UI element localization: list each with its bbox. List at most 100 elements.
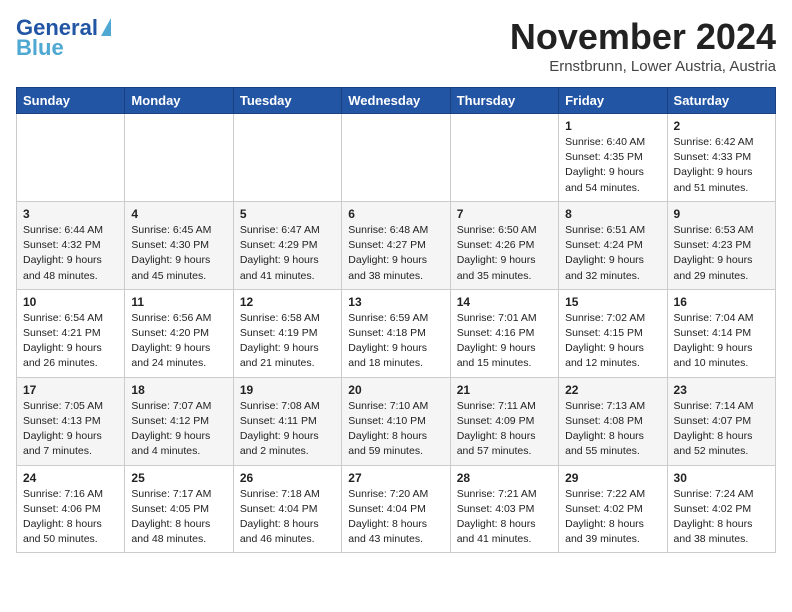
day-info: Sunrise: 6:40 AM Sunset: 4:35 PM Dayligh… xyxy=(565,135,660,196)
day-number: 24 xyxy=(23,471,118,485)
calendar-body: 1 Sunrise: 6:40 AM Sunset: 4:35 PM Daylig… xyxy=(17,114,776,553)
header-area: General Blue November 2024 Ernstbrunn, L… xyxy=(16,16,776,75)
day-info: Sunrise: 7:02 AM Sunset: 4:15 PM Dayligh… xyxy=(565,311,660,372)
location-title: Ernstbrunn, Lower Austria, Austria xyxy=(510,58,776,75)
day-info: Sunrise: 6:51 AM Sunset: 4:24 PM Dayligh… xyxy=(565,223,660,284)
day-number: 13 xyxy=(348,295,443,309)
calendar-cell: 8 Sunrise: 6:51 AM Sunset: 4:24 PM Daylig… xyxy=(559,201,667,289)
day-number: 2 xyxy=(674,119,769,133)
calendar-cell: 22 Sunrise: 7:13 AM Sunset: 4:08 PM Dayli… xyxy=(559,377,667,465)
day-info: Sunrise: 7:11 AM Sunset: 4:09 PM Dayligh… xyxy=(457,399,552,460)
day-info: Sunrise: 6:58 AM Sunset: 4:19 PM Dayligh… xyxy=(240,311,335,372)
calendar-cell: 3 Sunrise: 6:44 AM Sunset: 4:32 PM Daylig… xyxy=(17,201,125,289)
day-info: Sunrise: 7:13 AM Sunset: 4:08 PM Dayligh… xyxy=(565,399,660,460)
weekday-header-cell: Wednesday xyxy=(342,88,450,114)
calendar-cell: 29Sunrise: 7:22 AM Sunset: 4:02 PM Dayli… xyxy=(559,465,667,553)
day-number: 1 xyxy=(565,119,660,133)
day-number: 30 xyxy=(674,471,769,485)
calendar-cell: 13 Sunrise: 6:59 AM Sunset: 4:18 PM Dayli… xyxy=(342,289,450,377)
calendar-week-row: 1 Sunrise: 6:40 AM Sunset: 4:35 PM Daylig… xyxy=(17,114,776,202)
calendar-week-row: 10 Sunrise: 6:54 AM Sunset: 4:21 PM Dayli… xyxy=(17,289,776,377)
day-number: 18 xyxy=(131,383,226,397)
calendar-cell xyxy=(450,114,558,202)
day-number: 8 xyxy=(565,207,660,221)
calendar-cell: 6 Sunrise: 6:48 AM Sunset: 4:27 PM Daylig… xyxy=(342,201,450,289)
calendar-cell: 25Sunrise: 7:17 AM Sunset: 4:05 PM Dayli… xyxy=(125,465,233,553)
logo-text-blue: Blue xyxy=(16,36,64,60)
weekday-header-cell: Friday xyxy=(559,88,667,114)
day-info: Sunrise: 7:07 AM Sunset: 4:12 PM Dayligh… xyxy=(131,399,226,460)
day-number: 15 xyxy=(565,295,660,309)
calendar-cell xyxy=(342,114,450,202)
day-info: Sunrise: 7:05 AM Sunset: 4:13 PM Dayligh… xyxy=(23,399,118,460)
day-info: Sunrise: 6:48 AM Sunset: 4:27 PM Dayligh… xyxy=(348,223,443,284)
day-number: 20 xyxy=(348,383,443,397)
day-info: Sunrise: 7:20 AM Sunset: 4:04 PM Dayligh… xyxy=(348,487,443,548)
day-info: Sunrise: 7:04 AM Sunset: 4:14 PM Dayligh… xyxy=(674,311,769,372)
day-info: Sunrise: 7:18 AM Sunset: 4:04 PM Dayligh… xyxy=(240,487,335,548)
day-info: Sunrise: 6:56 AM Sunset: 4:20 PM Dayligh… xyxy=(131,311,226,372)
calendar-cell: 2Sunrise: 6:42 AM Sunset: 4:33 PM Daylig… xyxy=(667,114,775,202)
calendar-week-row: 24 Sunrise: 7:16 AM Sunset: 4:06 PM Dayli… xyxy=(17,465,776,553)
weekday-header-cell: Thursday xyxy=(450,88,558,114)
calendar-cell: 1 Sunrise: 6:40 AM Sunset: 4:35 PM Daylig… xyxy=(559,114,667,202)
day-info: Sunrise: 6:44 AM Sunset: 4:32 PM Dayligh… xyxy=(23,223,118,284)
calendar-cell: 19Sunrise: 7:08 AM Sunset: 4:11 PM Dayli… xyxy=(233,377,341,465)
day-info: Sunrise: 6:59 AM Sunset: 4:18 PM Dayligh… xyxy=(348,311,443,372)
weekday-header-row: SundayMondayTuesdayWednesdayThursdayFrid… xyxy=(17,88,776,114)
day-number: 6 xyxy=(348,207,443,221)
calendar-week-row: 3 Sunrise: 6:44 AM Sunset: 4:32 PM Daylig… xyxy=(17,201,776,289)
calendar-cell xyxy=(17,114,125,202)
day-number: 5 xyxy=(240,207,335,221)
day-number: 16 xyxy=(674,295,769,309)
day-number: 11 xyxy=(131,295,226,309)
day-info: Sunrise: 7:01 AM Sunset: 4:16 PM Dayligh… xyxy=(457,311,552,372)
calendar-cell: 10 Sunrise: 6:54 AM Sunset: 4:21 PM Dayli… xyxy=(17,289,125,377)
calendar-cell: 16 Sunrise: 7:04 AM Sunset: 4:14 PM Dayli… xyxy=(667,289,775,377)
day-number: 4 xyxy=(131,207,226,221)
calendar-cell: 11 Sunrise: 6:56 AM Sunset: 4:20 PM Dayli… xyxy=(125,289,233,377)
calendar-cell: 28 Sunrise: 7:21 AM Sunset: 4:03 PM Dayli… xyxy=(450,465,558,553)
day-number: 9 xyxy=(674,207,769,221)
day-info: Sunrise: 6:54 AM Sunset: 4:21 PM Dayligh… xyxy=(23,311,118,372)
day-number: 19 xyxy=(240,383,335,397)
day-info: Sunrise: 6:45 AM Sunset: 4:30 PM Dayligh… xyxy=(131,223,226,284)
day-number: 25 xyxy=(131,471,226,485)
day-info: Sunrise: 7:21 AM Sunset: 4:03 PM Dayligh… xyxy=(457,487,552,548)
day-info: Sunrise: 6:47 AM Sunset: 4:29 PM Dayligh… xyxy=(240,223,335,284)
weekday-header-cell: Saturday xyxy=(667,88,775,114)
weekday-header-cell: Monday xyxy=(125,88,233,114)
weekday-header-cell: Sunday xyxy=(17,88,125,114)
day-info: Sunrise: 7:24 AM Sunset: 4:02 PM Dayligh… xyxy=(674,487,769,548)
weekday-header-cell: Tuesday xyxy=(233,88,341,114)
month-title: November 2024 xyxy=(510,16,776,58)
calendar-cell: 21 Sunrise: 7:11 AM Sunset: 4:09 PM Dayli… xyxy=(450,377,558,465)
day-number: 3 xyxy=(23,207,118,221)
day-number: 26 xyxy=(240,471,335,485)
calendar-cell xyxy=(125,114,233,202)
day-info: Sunrise: 7:10 AM Sunset: 4:10 PM Dayligh… xyxy=(348,399,443,460)
calendar-cell: 9Sunrise: 6:53 AM Sunset: 4:23 PM Daylig… xyxy=(667,201,775,289)
day-number: 21 xyxy=(457,383,552,397)
logo: General Blue xyxy=(16,16,111,60)
day-number: 14 xyxy=(457,295,552,309)
day-number: 29 xyxy=(565,471,660,485)
day-number: 28 xyxy=(457,471,552,485)
calendar-cell: 12 Sunrise: 6:58 AM Sunset: 4:19 PM Dayli… xyxy=(233,289,341,377)
calendar-cell: 5 Sunrise: 6:47 AM Sunset: 4:29 PM Daylig… xyxy=(233,201,341,289)
calendar-cell: 23Sunrise: 7:14 AM Sunset: 4:07 PM Dayli… xyxy=(667,377,775,465)
day-number: 17 xyxy=(23,383,118,397)
calendar-cell: 20 Sunrise: 7:10 AM Sunset: 4:10 PM Dayli… xyxy=(342,377,450,465)
calendar-cell: 7 Sunrise: 6:50 AM Sunset: 4:26 PM Daylig… xyxy=(450,201,558,289)
day-info: Sunrise: 6:50 AM Sunset: 4:26 PM Dayligh… xyxy=(457,223,552,284)
day-number: 10 xyxy=(23,295,118,309)
day-number: 7 xyxy=(457,207,552,221)
day-info: Sunrise: 7:16 AM Sunset: 4:06 PM Dayligh… xyxy=(23,487,118,548)
day-number: 22 xyxy=(565,383,660,397)
day-number: 12 xyxy=(240,295,335,309)
calendar-cell: 15 Sunrise: 7:02 AM Sunset: 4:15 PM Dayli… xyxy=(559,289,667,377)
calendar-cell: 30 Sunrise: 7:24 AM Sunset: 4:02 PM Dayli… xyxy=(667,465,775,553)
logo-triangle-icon xyxy=(101,18,111,36)
calendar-cell: 4 Sunrise: 6:45 AM Sunset: 4:30 PM Daylig… xyxy=(125,201,233,289)
calendar-cell: 14 Sunrise: 7:01 AM Sunset: 4:16 PM Dayli… xyxy=(450,289,558,377)
